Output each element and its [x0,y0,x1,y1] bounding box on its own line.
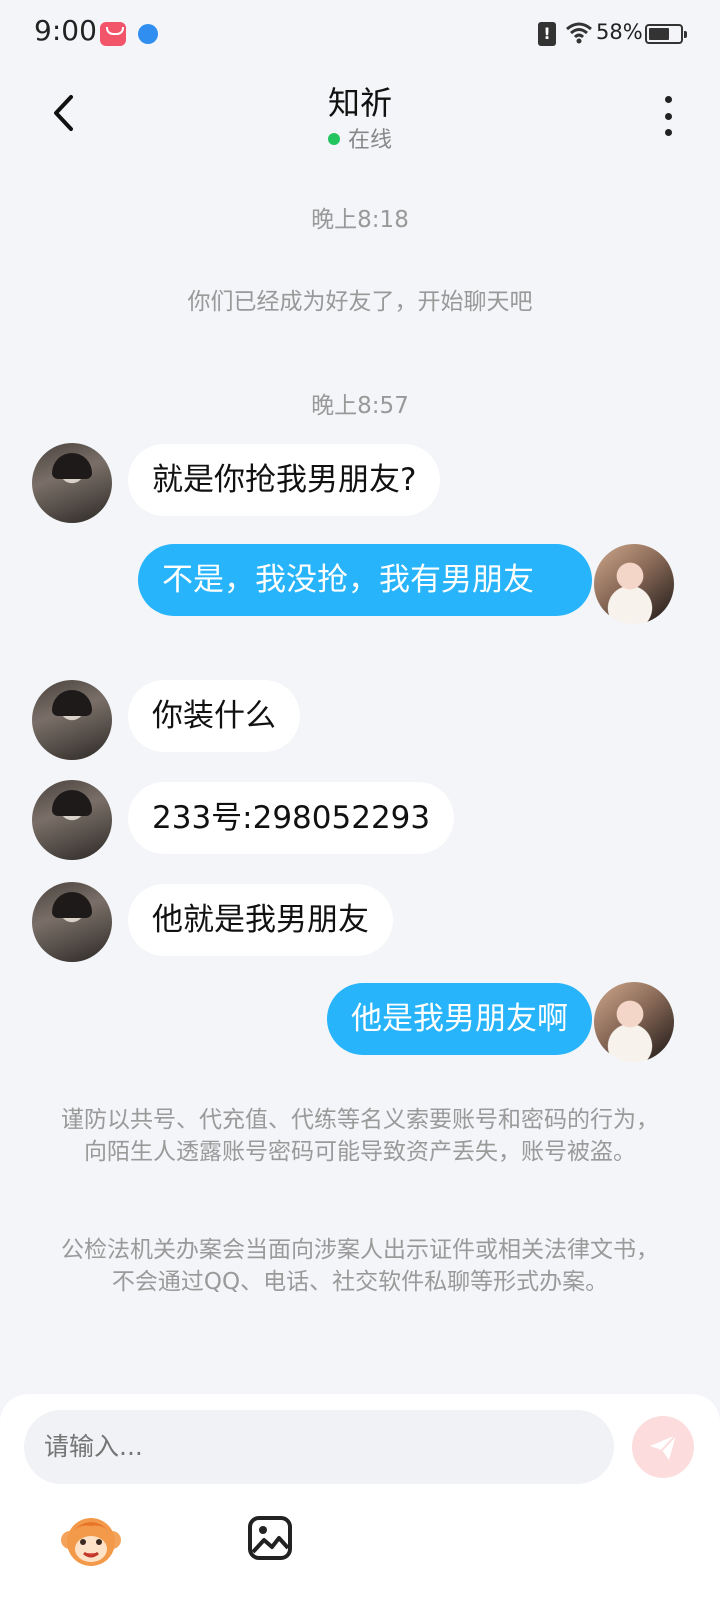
status-time: 9:00 [34,14,97,47]
contact-name: 知祈 [327,84,392,122]
message-input[interactable] [24,1410,614,1484]
message-bubble-sent[interactable]: 不是，我没抢，我有男朋友 [138,544,592,616]
alert-icon: ! [538,22,556,46]
online-status: 在线 [0,122,720,154]
contact-avatar[interactable] [32,680,112,760]
input-area [0,1394,720,1600]
contact-avatar[interactable] [32,780,112,860]
my-avatar[interactable] [594,544,674,624]
more-options-button[interactable] [658,96,678,136]
contact-avatar[interactable] [32,882,112,962]
security-notice: 谨防以共号、代充值、代练等名义索要账号和密码的行为，向陌生人透露账号密码可能导致… [61,1107,659,1165]
security-notice: 公检法机关办案会当面向涉案人出示证件或相关法律文书，不会通过QQ、电话、社交软件… [61,1237,659,1295]
chat-area[interactable]: 晚上8:18 你们已经成为好友了，开始聊天吧 晚上8:57 就是你抢我男朋友? … [0,164,720,1394]
message-bubble-received[interactable]: 就是你抢我男朋友? [128,444,441,516]
chat-header: 知祈 在线 [0,68,720,164]
time-separator: 晚上8:57 [311,393,409,419]
monkey-emoji-icon[interactable] [60,1510,122,1572]
send-button[interactable] [632,1416,694,1478]
more-vertical-icon [664,96,672,103]
shopping-app-icon [100,22,126,46]
system-message: 你们已经成为好友了，开始聊天吧 [187,289,533,315]
send-icon [650,1434,677,1460]
message-bubble-received[interactable]: 233号:298052293 [128,782,455,854]
online-dot-icon [327,133,340,145]
image-icon[interactable] [246,1514,294,1562]
time-separator: 晚上8:18 [311,207,409,233]
contact-avatar[interactable] [32,443,112,523]
battery-percent: 58% [596,20,643,44]
browser-app-icon [138,24,158,44]
message-bubble-received[interactable]: 他就是我男朋友 [128,884,393,956]
message-bubble-received[interactable]: 你装什么 [128,680,300,752]
wifi-icon [566,22,592,44]
online-status-label: 在线 [347,128,392,153]
my-avatar[interactable] [594,982,674,1062]
battery-icon [645,24,687,44]
status-bar: 9:00 ! 58% [0,0,720,68]
message-bubble-sent[interactable]: 他是我男朋友啊 [327,983,592,1055]
